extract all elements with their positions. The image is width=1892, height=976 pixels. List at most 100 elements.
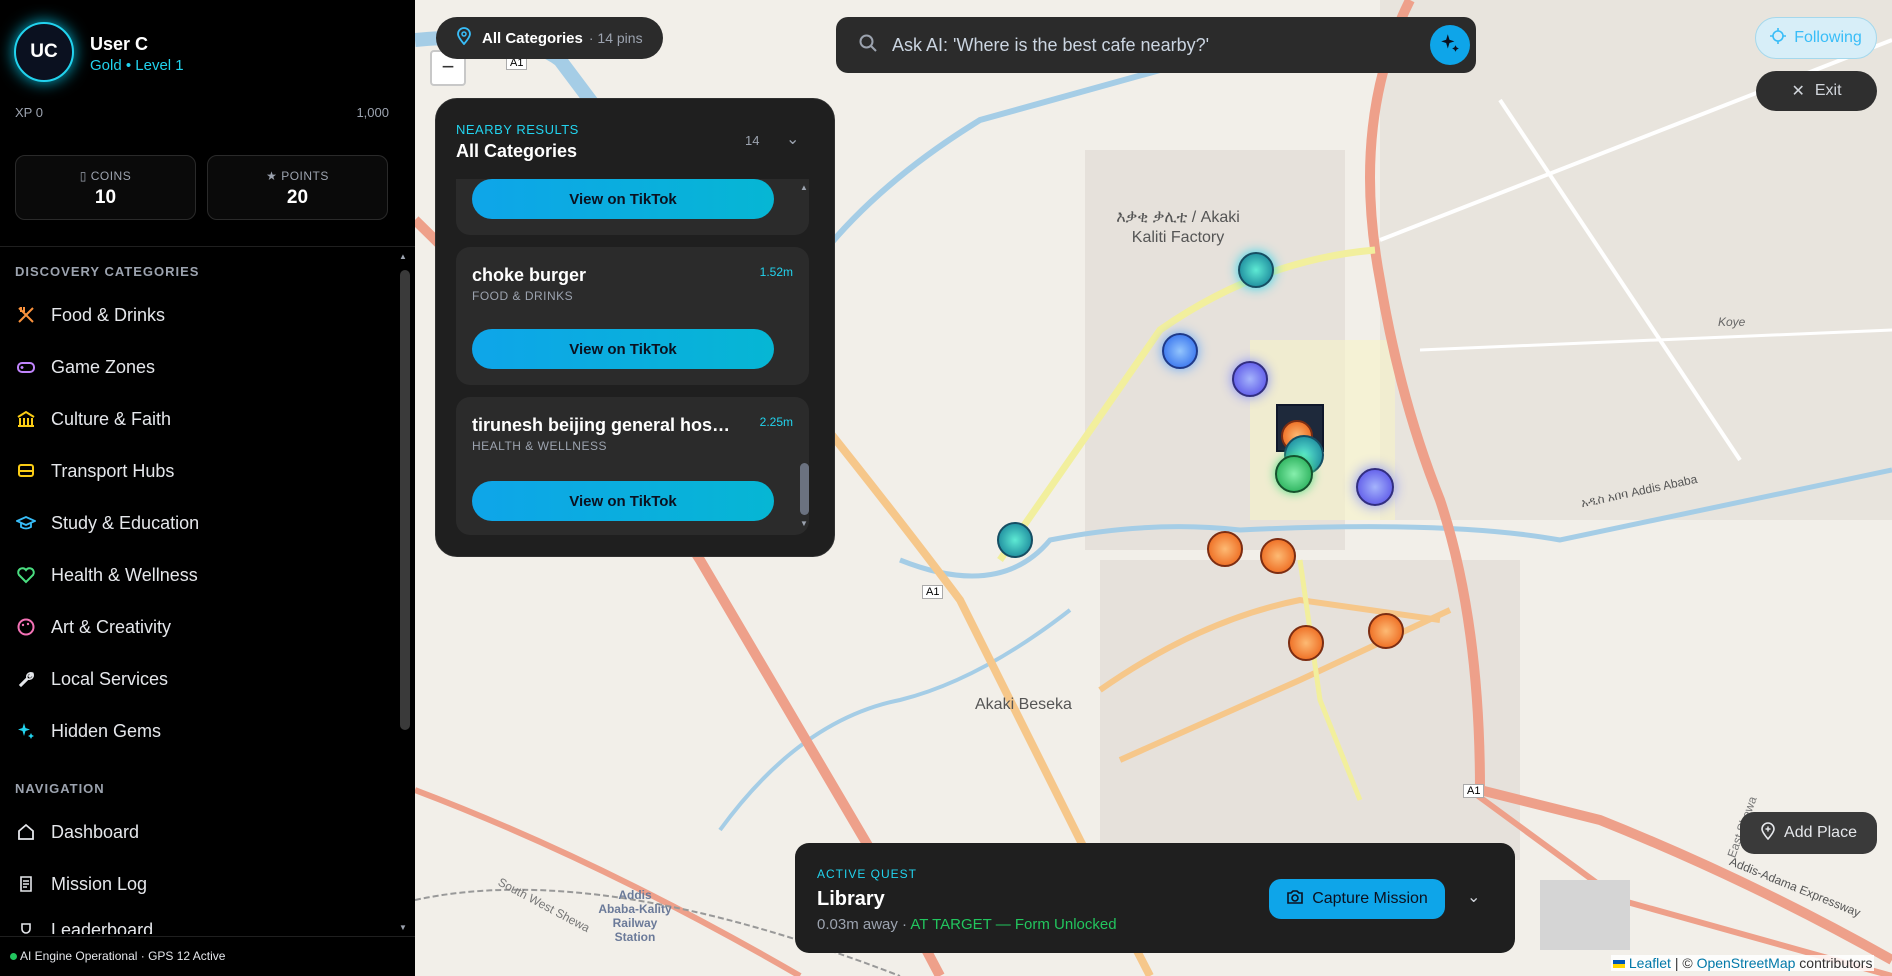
- nav-label: Mission Log: [51, 873, 148, 894]
- exit-button[interactable]: ✕ Exit: [1756, 71, 1877, 111]
- map-label-road: A1: [1463, 784, 1485, 798]
- avatar[interactable]: UC: [14, 22, 74, 82]
- sidebar: UC User C Gold • Level 1 XP 0 1,000 ▯ CO…: [0, 0, 415, 976]
- result-category: FOOD & DRINKS: [472, 289, 574, 303]
- close-icon: ✕: [1791, 83, 1805, 100]
- chevron-down-icon[interactable]: ⌄: [1467, 887, 1480, 907]
- result-card[interactable]: choke burger 1.52m FOOD & DRINKS View on…: [456, 247, 809, 385]
- map-label-koye: Koye: [1718, 315, 1746, 329]
- following-button[interactable]: Following: [1755, 17, 1877, 59]
- heart-pulse-icon: [15, 564, 37, 586]
- result-distance: 2.25m: [759, 415, 793, 429]
- categories-heading: DISCOVERY CATEGORIES: [15, 264, 200, 279]
- chevron-down-icon[interactable]: ⌄: [786, 129, 799, 149]
- map-pin[interactable]: [1260, 538, 1296, 574]
- locate-icon: [1770, 27, 1787, 49]
- points-label: ★ POINTS: [266, 169, 329, 183]
- result-card[interactable]: tirunesh beijing general hospi... 2.25m …: [456, 397, 809, 535]
- add-place-button[interactable]: Add Place: [1740, 812, 1877, 854]
- category-art-creativity[interactable]: Art & Creativity: [15, 612, 385, 642]
- category-local-services[interactable]: Local Services: [15, 664, 385, 694]
- results-kicker: NEARBY RESULTS: [456, 122, 579, 137]
- nav-label: Leaderboard: [51, 920, 154, 934]
- map-pin[interactable]: [1162, 333, 1198, 369]
- attribution-tail: contributors: [1795, 955, 1873, 971]
- scroll-down-icon[interactable]: ▼: [800, 519, 808, 528]
- map-pin[interactable]: [1238, 252, 1274, 288]
- category-hidden-gems[interactable]: Hidden Gems: [15, 716, 385, 746]
- sidebar-scroll-thumb[interactable]: [400, 270, 410, 730]
- coins-value: 10: [94, 187, 117, 208]
- coins-card: ▯ COINS 10: [15, 155, 196, 220]
- map-label-station: Addis Ababa-Kality Railway Station: [598, 888, 672, 944]
- category-study-education[interactable]: Study & Education: [15, 508, 385, 538]
- category-filter-pill[interactable]: All Categories · 14 pins: [436, 17, 663, 59]
- user-name: User C: [90, 34, 149, 54]
- map-pin[interactable]: [1356, 468, 1394, 506]
- osm-link[interactable]: OpenStreetMap: [1697, 955, 1796, 971]
- map-pin[interactable]: [1207, 531, 1243, 567]
- category-label: Culture & Faith: [51, 408, 172, 429]
- scroll-up-icon[interactable]: ▲: [800, 183, 808, 192]
- utensils-icon: [15, 304, 37, 326]
- category-health-wellness[interactable]: Health & Wellness: [15, 560, 385, 590]
- pins-count: · 14 pins: [588, 30, 643, 46]
- result-name: choke burger: [472, 265, 587, 285]
- category-transport-hubs[interactable]: Transport Hubs: [15, 456, 385, 486]
- search-icon: [858, 33, 878, 58]
- map-label-road: A1: [922, 585, 944, 599]
- nav-dashboard[interactable]: Dashboard: [15, 817, 385, 847]
- quest-title: Library: [817, 888, 885, 910]
- trophy-icon: [15, 920, 37, 934]
- leaflet-flag-icon: [1613, 960, 1625, 969]
- quest-details: 0.03m away · AT TARGET — Form Unlocked: [817, 916, 1117, 933]
- map-pin-icon: [456, 27, 472, 49]
- view-tiktok-button[interactable]: View on TikTok: [472, 179, 774, 219]
- sparkles-icon: [1439, 32, 1461, 59]
- category-label: Art & Creativity: [51, 616, 172, 637]
- gamepad-icon: [15, 356, 37, 378]
- category-game-zones[interactable]: Game Zones: [15, 352, 385, 382]
- scroll-icon: [15, 873, 37, 895]
- leaflet-link[interactable]: Leaflet: [1629, 955, 1671, 971]
- user-profile[interactable]: UC: [14, 22, 74, 82]
- map-label-factory: እቃቂ ቃሊቲ / Akaki Kaliti Factory: [1116, 209, 1240, 246]
- search-input[interactable]: Ask AI: 'Where is the best cafe nearby?': [892, 35, 1209, 56]
- active-quest-card: ACTIVE QUEST Library 0.03m away · AT TAR…: [795, 843, 1515, 953]
- results-title: All Categories: [456, 141, 578, 161]
- nav-mission-log[interactable]: Mission Log: [15, 869, 385, 899]
- category-label: Study & Education: [51, 512, 200, 533]
- ai-sparkle-button[interactable]: [1430, 25, 1470, 65]
- landmark-icon: [15, 408, 37, 430]
- map-pin[interactable]: [1288, 625, 1324, 661]
- category-label: Game Zones: [51, 356, 156, 377]
- map-pin[interactable]: [1368, 613, 1404, 649]
- map-pin[interactable]: [1275, 455, 1313, 493]
- result-distance: 1.52m: [759, 265, 793, 279]
- nav-label: Dashboard: [51, 821, 140, 842]
- attribution-sep: | ©: [1670, 955, 1697, 971]
- category-label: Local Services: [51, 668, 169, 689]
- scroll-down-icon[interactable]: ▼: [399, 923, 407, 932]
- scroll-up-icon[interactable]: ▲: [399, 252, 407, 261]
- bus-icon: [15, 460, 37, 482]
- graduation-cap-icon: [15, 512, 37, 534]
- ai-search-bar[interactable]: Ask AI: 'Where is the best cafe nearby?': [836, 17, 1476, 73]
- map-pin[interactable]: [1232, 361, 1268, 397]
- result-card: View on TikTok: [456, 179, 809, 235]
- category-culture-faith[interactable]: Culture & Faith: [15, 404, 385, 434]
- status-dot: [10, 953, 17, 960]
- camera-icon: [1286, 889, 1304, 910]
- category-label: Transport Hubs: [51, 460, 175, 481]
- user-rank: Gold • Level 1: [90, 57, 184, 74]
- results-scroll-thumb[interactable]: [800, 463, 809, 515]
- following-label: Following: [1794, 29, 1862, 46]
- view-tiktok-button[interactable]: View on TikTok: [472, 481, 774, 521]
- category-food-drinks[interactable]: Food & Drinks: [15, 300, 385, 330]
- nearby-results-panel: NEARBY RESULTS All Categories 14 ⌄ View …: [435, 98, 835, 557]
- nav-leaderboard[interactable]: Leaderboard: [15, 920, 385, 934]
- points-card: ★ POINTS 20: [207, 155, 388, 220]
- capture-mission-button[interactable]: Capture Mission: [1269, 879, 1445, 919]
- view-tiktok-button[interactable]: View on TikTok: [472, 329, 774, 369]
- map-pin[interactable]: [997, 522, 1033, 558]
